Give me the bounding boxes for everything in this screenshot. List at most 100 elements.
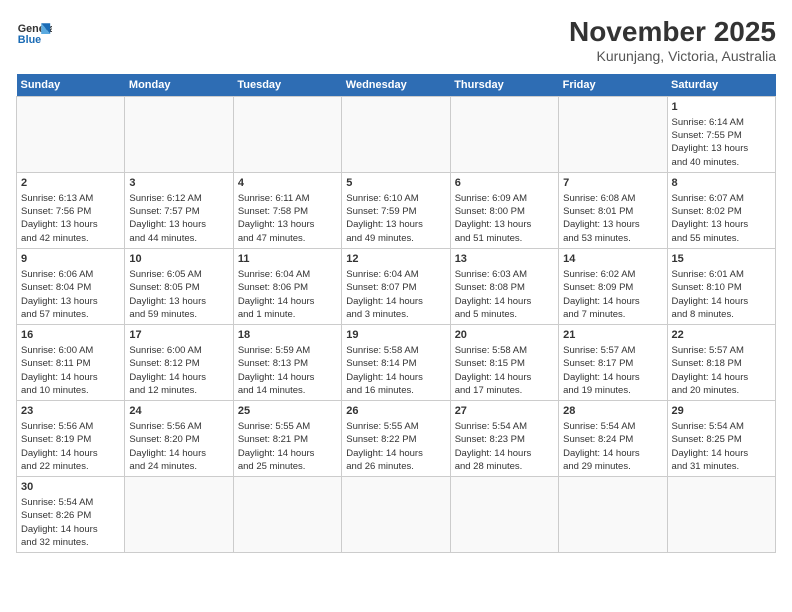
day-number: 19 xyxy=(346,328,445,343)
calendar-cell: 5Sunrise: 6:10 AM Sunset: 7:59 PM Daylig… xyxy=(342,173,450,249)
day-info: Sunrise: 6:11 AM Sunset: 7:58 PM Dayligh… xyxy=(238,192,337,245)
day-info: Sunrise: 5:56 AM Sunset: 8:19 PM Dayligh… xyxy=(21,420,120,473)
calendar-cell xyxy=(125,97,233,173)
day-info: Sunrise: 6:12 AM Sunset: 7:57 PM Dayligh… xyxy=(129,192,228,245)
logo-icon: General Blue xyxy=(16,16,52,52)
day-number: 8 xyxy=(672,176,771,191)
day-info: Sunrise: 5:57 AM Sunset: 8:17 PM Dayligh… xyxy=(563,344,662,397)
calendar-cell: 13Sunrise: 6:03 AM Sunset: 8:08 PM Dayli… xyxy=(450,249,558,325)
day-info: Sunrise: 6:08 AM Sunset: 8:01 PM Dayligh… xyxy=(563,192,662,245)
title-area: November 2025 Kurunjang, Victoria, Austr… xyxy=(569,16,776,64)
day-info: Sunrise: 5:56 AM Sunset: 8:20 PM Dayligh… xyxy=(129,420,228,473)
calendar-cell xyxy=(450,477,558,553)
day-info: Sunrise: 5:54 AM Sunset: 8:24 PM Dayligh… xyxy=(563,420,662,473)
logo: General Blue xyxy=(16,16,52,52)
calendar-cell: 17Sunrise: 6:00 AM Sunset: 8:12 PM Dayli… xyxy=(125,325,233,401)
day-info: Sunrise: 6:06 AM Sunset: 8:04 PM Dayligh… xyxy=(21,268,120,321)
day-number: 6 xyxy=(455,176,554,191)
day-info: Sunrise: 6:05 AM Sunset: 8:05 PM Dayligh… xyxy=(129,268,228,321)
calendar-cell: 4Sunrise: 6:11 AM Sunset: 7:58 PM Daylig… xyxy=(233,173,341,249)
day-info: Sunrise: 6:07 AM Sunset: 8:02 PM Dayligh… xyxy=(672,192,771,245)
day-number: 17 xyxy=(129,328,228,343)
calendar-cell: 11Sunrise: 6:04 AM Sunset: 8:06 PM Dayli… xyxy=(233,249,341,325)
day-info: Sunrise: 5:54 AM Sunset: 8:23 PM Dayligh… xyxy=(455,420,554,473)
svg-text:Blue: Blue xyxy=(18,34,41,46)
day-number: 2 xyxy=(21,176,120,191)
calendar-cell: 23Sunrise: 5:56 AM Sunset: 8:19 PM Dayli… xyxy=(17,401,125,477)
calendar-cell xyxy=(125,477,233,553)
day-number: 28 xyxy=(563,404,662,419)
day-number: 13 xyxy=(455,252,554,267)
day-info: Sunrise: 6:14 AM Sunset: 7:55 PM Dayligh… xyxy=(672,116,771,169)
day-info: Sunrise: 5:55 AM Sunset: 8:21 PM Dayligh… xyxy=(238,420,337,473)
calendar-cell: 12Sunrise: 6:04 AM Sunset: 8:07 PM Dayli… xyxy=(342,249,450,325)
calendar-cell: 30Sunrise: 5:54 AM Sunset: 8:26 PM Dayli… xyxy=(17,477,125,553)
day-number: 1 xyxy=(672,100,771,115)
calendar-cell: 18Sunrise: 5:59 AM Sunset: 8:13 PM Dayli… xyxy=(233,325,341,401)
calendar-table: SundayMondayTuesdayWednesdayThursdayFrid… xyxy=(16,74,776,553)
day-info: Sunrise: 6:00 AM Sunset: 8:11 PM Dayligh… xyxy=(21,344,120,397)
calendar-cell: 16Sunrise: 6:00 AM Sunset: 8:11 PM Dayli… xyxy=(17,325,125,401)
day-number: 3 xyxy=(129,176,228,191)
calendar-cell: 9Sunrise: 6:06 AM Sunset: 8:04 PM Daylig… xyxy=(17,249,125,325)
day-info: Sunrise: 6:01 AM Sunset: 8:10 PM Dayligh… xyxy=(672,268,771,321)
day-info: Sunrise: 5:58 AM Sunset: 8:15 PM Dayligh… xyxy=(455,344,554,397)
calendar-cell: 15Sunrise: 6:01 AM Sunset: 8:10 PM Dayli… xyxy=(667,249,775,325)
calendar-cell: 29Sunrise: 5:54 AM Sunset: 8:25 PM Dayli… xyxy=(667,401,775,477)
calendar-cell: 22Sunrise: 5:57 AM Sunset: 8:18 PM Dayli… xyxy=(667,325,775,401)
day-info: Sunrise: 6:02 AM Sunset: 8:09 PM Dayligh… xyxy=(563,268,662,321)
calendar-cell: 25Sunrise: 5:55 AM Sunset: 8:21 PM Dayli… xyxy=(233,401,341,477)
calendar-cell: 6Sunrise: 6:09 AM Sunset: 8:00 PM Daylig… xyxy=(450,173,558,249)
weekday-header-wednesday: Wednesday xyxy=(342,74,450,97)
day-number: 4 xyxy=(238,176,337,191)
day-number: 25 xyxy=(238,404,337,419)
weekday-header-tuesday: Tuesday xyxy=(233,74,341,97)
calendar-cell: 2Sunrise: 6:13 AM Sunset: 7:56 PM Daylig… xyxy=(17,173,125,249)
day-info: Sunrise: 6:03 AM Sunset: 8:08 PM Dayligh… xyxy=(455,268,554,321)
day-info: Sunrise: 6:00 AM Sunset: 8:12 PM Dayligh… xyxy=(129,344,228,397)
day-info: Sunrise: 6:04 AM Sunset: 8:06 PM Dayligh… xyxy=(238,268,337,321)
page-subtitle: Kurunjang, Victoria, Australia xyxy=(569,48,776,64)
page-header: General Blue November 2025 Kurunjang, Vi… xyxy=(16,16,776,64)
day-number: 14 xyxy=(563,252,662,267)
day-number: 22 xyxy=(672,328,771,343)
calendar-cell xyxy=(17,97,125,173)
day-number: 11 xyxy=(238,252,337,267)
day-number: 10 xyxy=(129,252,228,267)
calendar-cell xyxy=(342,477,450,553)
calendar-cell: 24Sunrise: 5:56 AM Sunset: 8:20 PM Dayli… xyxy=(125,401,233,477)
day-number: 7 xyxy=(563,176,662,191)
calendar-cell xyxy=(233,97,341,173)
calendar-cell: 21Sunrise: 5:57 AM Sunset: 8:17 PM Dayli… xyxy=(559,325,667,401)
calendar-cell: 7Sunrise: 6:08 AM Sunset: 8:01 PM Daylig… xyxy=(559,173,667,249)
day-number: 27 xyxy=(455,404,554,419)
weekday-header-monday: Monday xyxy=(125,74,233,97)
day-info: Sunrise: 5:54 AM Sunset: 8:26 PM Dayligh… xyxy=(21,496,120,549)
day-info: Sunrise: 5:58 AM Sunset: 8:14 PM Dayligh… xyxy=(346,344,445,397)
calendar-cell: 8Sunrise: 6:07 AM Sunset: 8:02 PM Daylig… xyxy=(667,173,775,249)
calendar-cell xyxy=(559,477,667,553)
day-number: 16 xyxy=(21,328,120,343)
day-number: 21 xyxy=(563,328,662,343)
weekday-header-thursday: Thursday xyxy=(450,74,558,97)
day-info: Sunrise: 6:04 AM Sunset: 8:07 PM Dayligh… xyxy=(346,268,445,321)
calendar-cell: 20Sunrise: 5:58 AM Sunset: 8:15 PM Dayli… xyxy=(450,325,558,401)
day-number: 23 xyxy=(21,404,120,419)
calendar-cell: 27Sunrise: 5:54 AM Sunset: 8:23 PM Dayli… xyxy=(450,401,558,477)
day-info: Sunrise: 5:54 AM Sunset: 8:25 PM Dayligh… xyxy=(672,420,771,473)
day-info: Sunrise: 5:59 AM Sunset: 8:13 PM Dayligh… xyxy=(238,344,337,397)
calendar-cell xyxy=(342,97,450,173)
day-info: Sunrise: 6:09 AM Sunset: 8:00 PM Dayligh… xyxy=(455,192,554,245)
page-title: November 2025 xyxy=(569,16,776,48)
calendar-cell xyxy=(667,477,775,553)
calendar-cell: 26Sunrise: 5:55 AM Sunset: 8:22 PM Dayli… xyxy=(342,401,450,477)
weekday-header-saturday: Saturday xyxy=(667,74,775,97)
calendar-cell: 14Sunrise: 6:02 AM Sunset: 8:09 PM Dayli… xyxy=(559,249,667,325)
calendar-cell: 3Sunrise: 6:12 AM Sunset: 7:57 PM Daylig… xyxy=(125,173,233,249)
calendar-cell xyxy=(450,97,558,173)
day-info: Sunrise: 6:10 AM Sunset: 7:59 PM Dayligh… xyxy=(346,192,445,245)
day-number: 5 xyxy=(346,176,445,191)
weekday-header-sunday: Sunday xyxy=(17,74,125,97)
calendar-cell xyxy=(233,477,341,553)
day-info: Sunrise: 6:13 AM Sunset: 7:56 PM Dayligh… xyxy=(21,192,120,245)
